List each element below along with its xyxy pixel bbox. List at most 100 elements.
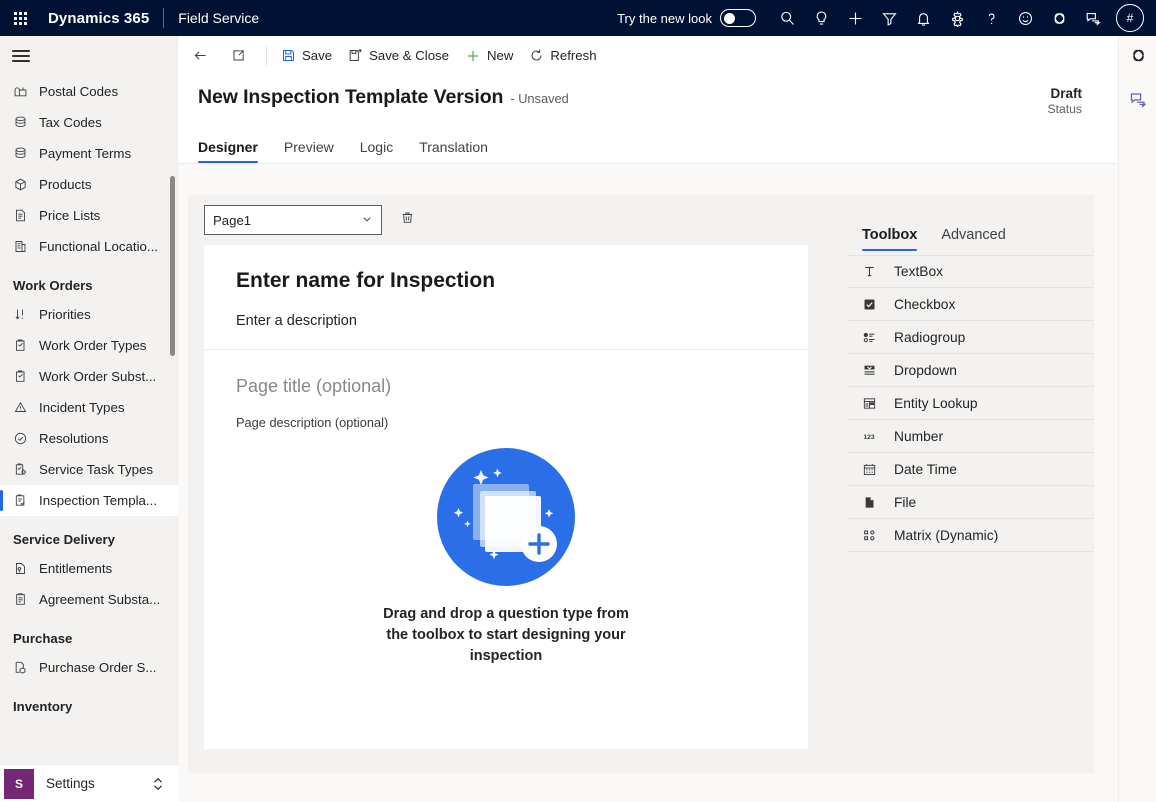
app-launcher-icon[interactable] [0,0,40,36]
purchase-icon [13,660,37,675]
sidebar-group-purchase: Purchase [13,631,73,646]
sidebar-item-work-order-types[interactable]: Work Order Types [0,330,178,361]
sidebar-item-service-task-types[interactable]: Service Task Types [0,454,178,485]
sidebar-item-label: Incident Types [39,400,125,415]
database-icon [13,146,37,161]
toolbox-item-label: Radiogroup [894,329,966,345]
user-avatar[interactable]: # [1116,4,1144,32]
area-switcher[interactable]: S Settings [0,764,178,802]
sidebar-item-resolutions[interactable]: Resolutions [0,423,178,454]
file-icon [862,495,890,510]
building-icon [13,239,37,254]
sidebar-group-service-delivery: Service Delivery [13,532,115,547]
sidebar-item-price-lists[interactable]: Price Lists [0,200,178,231]
sidebar-item-label: Service Task Types [39,462,154,477]
copilot-rail-button[interactable] [1119,36,1156,80]
sidebar: Postal Codes Tax Codes Payment Terms Pro… [0,36,178,802]
back-arrow-icon [192,47,209,64]
help-icon[interactable] [974,0,1008,36]
brand-title[interactable]: Dynamics 365 [48,10,149,27]
toolbox-item-date-time[interactable]: Date Time [848,453,1094,486]
filter-icon[interactable] [872,0,906,36]
tab-toolbox[interactable]: Toolbox [862,227,918,251]
toolbox-item-entity-lookup[interactable]: Entity Lookup [848,387,1094,420]
sidebar-item-purchase-order-substatus[interactable]: Purchase Order S... [0,652,178,683]
delete-page-button[interactable] [392,205,422,235]
tab-preview[interactable]: Preview [284,139,334,163]
page-dropdown[interactable]: Page1 [204,205,382,235]
sidebar-item-incident-types[interactable]: Incident Types [0,392,178,423]
sidebar-item-agreement-substatus[interactable]: Agreement Substa... [0,584,178,615]
save-button[interactable]: Save [273,40,340,72]
try-new-look-toggle-group[interactable]: Try the new look [617,9,756,27]
main-content: Save Save & Close New Refresh New Inspec… [178,36,1118,802]
right-rail [1118,36,1156,802]
toolbox-item-radiogroup[interactable]: Radiogroup [848,321,1094,354]
unsaved-indicator: - Unsaved [510,91,569,106]
save-close-icon [348,48,363,63]
save-and-close-button[interactable]: Save & Close [340,40,457,72]
lightbulb-icon[interactable] [804,0,838,36]
sidebar-item-payment-terms[interactable]: Payment Terms [0,138,178,169]
check-circle-icon [13,431,37,446]
trash-icon [400,210,415,230]
save-and-close-label: Save & Close [369,48,449,63]
smiley-icon[interactable] [1008,0,1042,36]
sidebar-item-work-order-substatus[interactable]: Work Order Subst... [0,361,178,392]
copilot-icon[interactable] [1042,0,1076,36]
toolbox-item-file[interactable]: File [848,486,1094,519]
inspection-name-input[interactable]: Enter name for Inspection [236,269,776,293]
toolbox-item-checkbox[interactable]: Checkbox [848,288,1094,321]
sitemap-hamburger-icon[interactable] [0,36,177,76]
bell-icon[interactable] [906,0,940,36]
toolbox-item-number[interactable]: 123 Number [848,420,1094,453]
tab-advanced[interactable]: Advanced [941,227,1006,251]
sidebar-item-inspection-templates[interactable]: Inspection Templa... [0,485,178,516]
sidebar-item-label: Agreement Substa... [39,592,161,607]
app-name[interactable]: Field Service [178,10,259,26]
sidebar-scroll-region[interactable]: Postal Codes Tax Codes Payment Terms Pro… [0,76,178,764]
toolbox-item-matrix-dynamic[interactable]: Matrix (Dynamic) [848,519,1094,552]
sidebar-item-label: Functional Locatio... [39,239,159,254]
sidebar-item-label: Work Order Subst... [39,369,157,384]
new-look-toggle[interactable] [720,9,756,27]
back-button[interactable] [184,40,223,72]
tab-translation[interactable]: Translation [419,139,488,163]
tab-logic[interactable]: Logic [360,139,393,163]
page-description-input[interactable]: Page description (optional) [236,415,776,430]
sidebar-item-products[interactable]: Products [0,169,178,200]
chat-icon[interactable] [1076,0,1110,36]
tab-designer[interactable]: Designer [198,139,258,163]
sidebar-scrollbar[interactable] [170,176,175,356]
toolbox-item-label: Dropdown [894,362,957,378]
search-icon[interactable] [770,0,804,36]
try-new-look-label: Try the new look [617,10,712,26]
plus-icon[interactable] [838,0,872,36]
form-title-row: New Inspection Template Version - Unsave… [178,76,1118,126]
page-dropdown-value: Page1 [213,212,252,228]
page-title: New Inspection Template Version [198,86,504,108]
sidebar-item-priorities[interactable]: Priorities [0,299,178,330]
new-button[interactable]: New [457,40,521,72]
toolbox-item-label: Entity Lookup [894,395,978,411]
open-in-new-window-button[interactable] [223,40,260,72]
sidebar-item-postal-codes[interactable]: Postal Codes [0,76,178,107]
warning-icon [13,400,37,415]
radiogroup-icon [862,330,890,345]
toolbox-item-dropdown[interactable]: Dropdown [848,354,1094,387]
database-icon [13,115,37,130]
page-title-input[interactable]: Page title (optional) [236,376,776,397]
chevron-up-down-icon [152,775,164,793]
sidebar-item-entitlements[interactable]: Entitlements [0,553,178,584]
toolbox-item-textbox[interactable]: TextBox [848,255,1094,288]
command-separator [266,45,267,66]
chat-rail-button[interactable] [1119,80,1156,124]
sidebar-item-label: Purchase Order S... [39,660,157,675]
gear-icon[interactable] [940,0,974,36]
inspection-description-input[interactable]: Enter a description [236,313,776,329]
text-icon [862,264,890,279]
sidebar-item-functional-locations[interactable]: Functional Locatio... [0,231,178,262]
refresh-button[interactable]: Refresh [521,40,604,72]
sidebar-item-tax-codes[interactable]: Tax Codes [0,107,178,138]
empty-state-text: Drag and drop a question type from the t… [383,606,629,664]
